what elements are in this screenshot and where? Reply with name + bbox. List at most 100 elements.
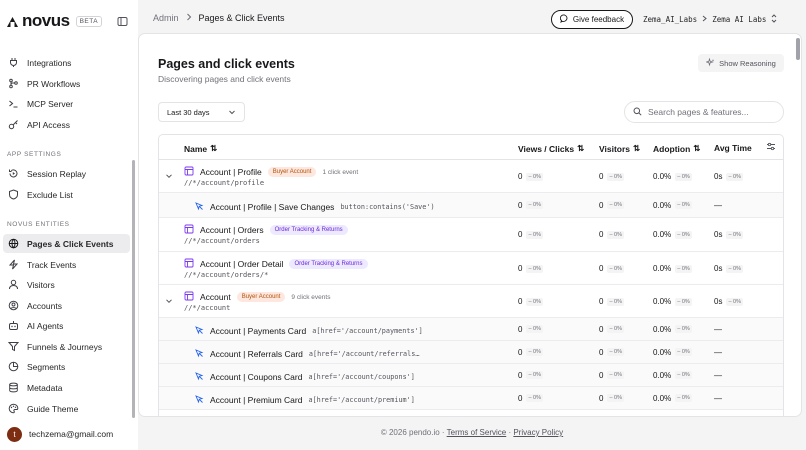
column-visitors[interactable]: Visitors ⇅ xyxy=(599,143,640,154)
column-views-label: Views / Clicks xyxy=(518,143,575,154)
search-input[interactable] xyxy=(648,107,768,117)
date-range-value: Last 30 days xyxy=(167,107,210,117)
visitors: 0– 0% xyxy=(599,394,624,403)
page-name[interactable]: Account xyxy=(200,292,231,302)
privacy-link[interactable]: Privacy Policy xyxy=(513,428,563,437)
table-row[interactable]: Account | Premium Card a[href='/account/p… xyxy=(159,387,783,410)
globe-icon xyxy=(8,238,19,249)
sidebar-item-exclude-list[interactable]: Exclude List xyxy=(3,185,130,204)
views-clicks: 0– 0% xyxy=(518,394,543,403)
table-row[interactable]: Account | Profile | Save Changes button:c… xyxy=(159,193,783,218)
adoption: 0.0% – 0% xyxy=(653,348,692,357)
sidebar-scrollbar[interactable] xyxy=(132,160,135,418)
visitors-value: 0 xyxy=(599,264,604,273)
org-switcher[interactable]: Zema_AI_Labs Zema AI Labs xyxy=(643,14,777,25)
adoption-delta: – 0% xyxy=(675,264,692,273)
sidebar-item-label: Funnels & Journeys xyxy=(27,341,103,352)
sidebar-item-api-access[interactable]: API Access xyxy=(3,115,130,134)
views-clicks-delta: – 0% xyxy=(526,371,543,379)
sidebar: novus BETA Integrations PR Workflows MCP S… xyxy=(0,0,138,450)
sidebar-item-label: Pages & Click Events xyxy=(27,238,114,249)
sidebar-item-guide-theme[interactable]: Guide Theme xyxy=(3,399,130,418)
sidebar-item-label: Session Replay xyxy=(27,168,87,179)
css-selector: a[href='/account/coupons'] xyxy=(308,372,415,381)
views-clicks: 0– 0% xyxy=(518,371,543,380)
click-event-name[interactable]: Account | Premium Card xyxy=(210,395,302,405)
visitors-value: 0 xyxy=(599,172,604,181)
sidebar-item-accounts[interactable]: Accounts xyxy=(3,296,130,315)
click-event-name[interactable]: Account | Coupons Card xyxy=(210,372,302,382)
breadcrumb-admin[interactable]: Admin xyxy=(153,13,179,23)
section-label-novus-entities: NOVUS ENTITIES xyxy=(7,221,70,228)
novus-logo-icon xyxy=(6,15,19,28)
table-row[interactable]: Account | Coupons Card a[href='/account/c… xyxy=(159,364,783,387)
sidebar-item-mcp-server[interactable]: MCP Server xyxy=(3,94,130,113)
page-tag: Buyer Account xyxy=(267,167,317,177)
page-name[interactable]: Account | Orders xyxy=(200,225,264,235)
page-url: //*/account/orders/* xyxy=(184,271,269,279)
visitors-value: 0 xyxy=(599,230,604,239)
views-clicks-value: 0 xyxy=(518,297,523,306)
avg-time-value: — xyxy=(714,200,722,210)
column-views[interactable]: Views / Clicks ⇅ xyxy=(518,143,584,154)
table-row[interactable]: Account | Order Detail Order Tracking & R… xyxy=(159,252,783,285)
sidebar-item-label: MCP Server xyxy=(27,98,74,109)
avg-time-delta: – 0% xyxy=(726,264,743,273)
avg-time-delta: – 0% xyxy=(726,297,743,306)
click-event-name[interactable]: Account | Referrals Card xyxy=(210,349,303,359)
sidebar-item-pages-and-click-events[interactable]: Pages & Click Events xyxy=(3,234,130,253)
table-row[interactable]: Account | Orders Order Tracking & Returns… xyxy=(159,218,783,252)
avg-time: 0s – 0% xyxy=(714,264,743,273)
views-clicks-value: 0 xyxy=(518,200,523,210)
visitors: 0– 0% xyxy=(599,264,624,273)
adoption-value: 0.0% xyxy=(653,230,672,239)
avg-time-value: 0s xyxy=(714,230,723,239)
date-range-select[interactable]: Last 30 days xyxy=(158,102,245,122)
sidebar-item-pr-workflows[interactable]: PR Workflows xyxy=(3,74,130,93)
page-name[interactable]: Account | Order Detail xyxy=(200,259,283,269)
avg-time: 0s – 0% xyxy=(714,230,743,239)
sidebar-item-visitors[interactable]: Visitors xyxy=(3,275,130,294)
click-event-icon xyxy=(194,394,204,406)
visitors-delta: – 0% xyxy=(607,230,624,239)
panel-scrollbar[interactable] xyxy=(796,38,800,60)
sidebar-item-track-events[interactable]: Track Events xyxy=(3,255,130,274)
column-avg-time[interactable]: Avg Time xyxy=(714,143,752,153)
sidebar-item-integrations[interactable]: Integrations xyxy=(3,53,130,72)
table-row[interactable]: Account | Referrals Card a[href='/account… xyxy=(159,341,783,364)
views-clicks-value: 0 xyxy=(518,264,523,273)
table-row[interactable]: Account | Payments Card a[href='/account/… xyxy=(159,318,783,341)
table-row[interactable]: Account Buyer Account 9 click events //*/ac… xyxy=(159,285,783,318)
sidebar-toggle-icon[interactable] xyxy=(117,14,128,26)
views-clicks-delta: – 0% xyxy=(526,264,543,273)
adoption-value: 0.0% xyxy=(653,297,672,306)
brand[interactable]: novus BETA xyxy=(6,11,103,31)
page-name[interactable]: Account | Profile xyxy=(200,167,262,177)
show-reasoning-button[interactable]: Show Reasoning xyxy=(698,54,784,72)
sidebar-item-segments[interactable]: Segments xyxy=(3,357,130,376)
terms-link[interactable]: Terms of Service xyxy=(447,428,507,437)
adoption: 0.0% – 0% xyxy=(653,325,692,334)
column-settings-icon[interactable] xyxy=(766,142,776,151)
column-adoption[interactable]: Adoption ⇅ xyxy=(653,143,700,154)
adoption-delta: – 0% xyxy=(675,297,692,306)
sidebar-item-session-replay[interactable]: Session Replay xyxy=(3,164,130,183)
sidebar-item-funnels-and-journeys[interactable]: Funnels & Journeys xyxy=(3,337,130,356)
chevron-down-icon[interactable] xyxy=(165,297,173,307)
sidebar-item-ai-agents[interactable]: AI Agents xyxy=(3,316,130,335)
chat-icon xyxy=(559,14,569,25)
user-menu[interactable]: t techzema@gmail.com xyxy=(0,418,138,450)
column-name[interactable]: Name ⇅ xyxy=(184,143,217,154)
click-event-name[interactable]: Account | Profile | Save Changes xyxy=(210,202,334,212)
adoption: 0.0% – 0% xyxy=(653,394,692,403)
give-feedback-button[interactable]: Give feedback xyxy=(551,10,633,29)
shield-icon xyxy=(8,189,19,200)
adoption-value: 0.0% xyxy=(653,172,672,181)
chevron-down-icon[interactable] xyxy=(165,172,173,182)
click-event-name[interactable]: Account | Payments Card xyxy=(210,326,306,336)
sidebar-item-metadata[interactable]: Metadata xyxy=(3,378,130,397)
click-event-icon xyxy=(194,201,204,213)
section-label-app-settings: APP SETTINGS xyxy=(7,151,62,158)
sidebar-item-label: Guide Theme xyxy=(27,403,79,414)
table-row[interactable]: Account | Profile Buyer Account 1 click ev… xyxy=(159,160,783,193)
